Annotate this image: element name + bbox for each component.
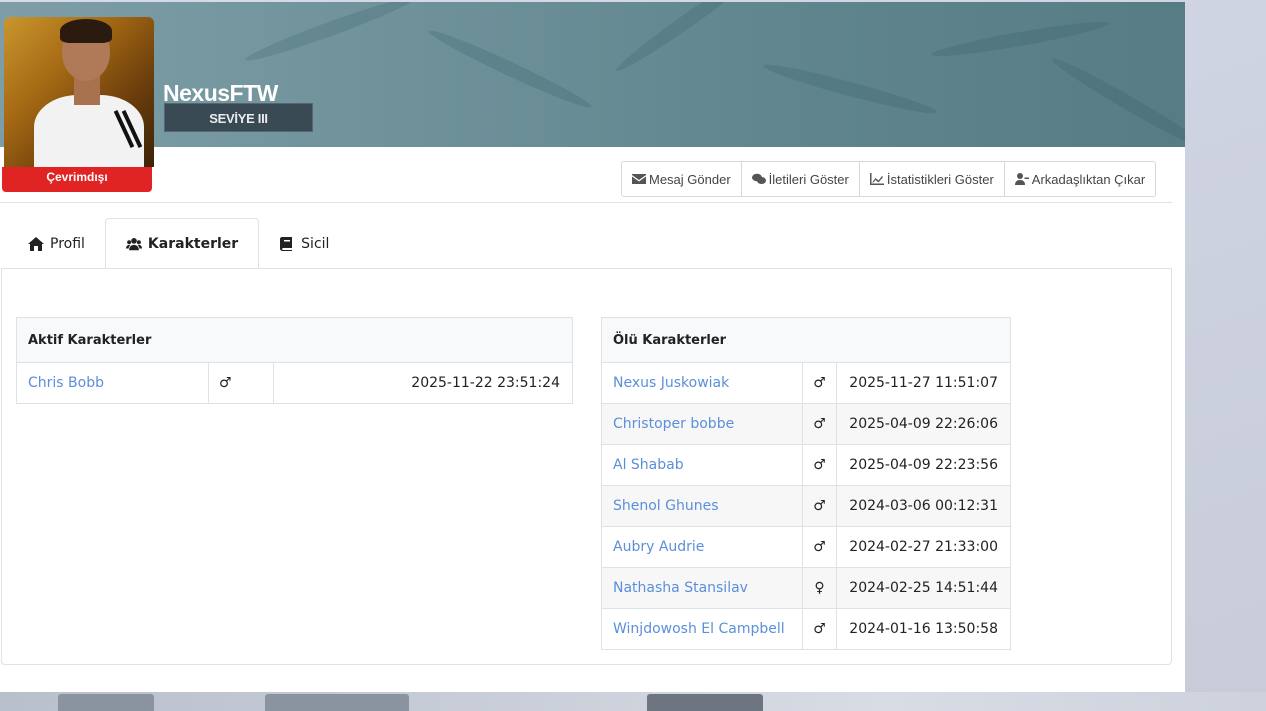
tab-sicil[interactable]: Sicil (259, 218, 349, 269)
character-date: 2024-03-06 00:12:31 (836, 485, 1011, 527)
show-stats-button[interactable]: İstatistikleri Göster (860, 162, 1005, 196)
character-link[interactable]: Shenol Ghunes (601, 485, 803, 527)
tab-profil[interactable]: Profil (0, 218, 105, 269)
tab-karakterler[interactable]: Karakterler (104, 218, 260, 269)
table-row: Winjdowosh El Campbell ♂ 2024-01-16 13:5… (602, 608, 1011, 650)
gender-icon: ♂ (802, 444, 837, 486)
active-characters-title: Aktif Karakterler (16, 317, 573, 363)
send-message-button[interactable]: Mesaj Gönder (622, 162, 742, 196)
comments-icon (751, 173, 766, 184)
character-link[interactable]: Al Shabab (601, 444, 803, 486)
background-shape (647, 694, 763, 711)
gender-icon: ♀ (802, 567, 837, 609)
gender-icon: ♂ (802, 362, 837, 404)
header-divider (0, 202, 1172, 203)
character-date: 2024-01-16 13:50:58 (849, 621, 998, 637)
chart-icon (869, 173, 884, 185)
profile-card: Çevrimdışı NexusFTW SEVİYE III Mesaj Gön… (0, 2, 1185, 692)
table-row: Chris Bobb ♂ 2025-11-22 23:51:24 (17, 362, 573, 404)
character-link[interactable]: Aubry Audrie (601, 526, 803, 568)
profile-tabs: Profil Karakterler Sicil (0, 218, 349, 269)
level-badge: SEVİYE III (164, 103, 313, 132)
character-link[interactable]: Christoper bobbe (601, 403, 803, 445)
gender-icon: ♂ (208, 362, 274, 404)
gender-icon: ♂ (802, 403, 837, 445)
character-date: 2025-04-09 22:23:56 (836, 444, 1011, 486)
book-icon (280, 236, 293, 251)
character-date: 2024-02-25 14:51:44 (836, 567, 1011, 609)
status-badge: Çevrimdışı (2, 167, 152, 192)
character-date: 2025-04-09 22:26:06 (836, 403, 1011, 445)
gender-icon: ♂ (802, 485, 837, 527)
gender-icon: ♂ (802, 526, 837, 568)
profile-actions: Mesaj Gönder İletileri Göster İstatistik… (621, 161, 1157, 197)
unfriend-button[interactable]: Arkadaşlıktan Çıkar (1005, 162, 1155, 196)
dead-characters-title: Ölü Karakterler (601, 317, 1011, 363)
active-characters-table: Aktif Karakterler Chris Bobb ♂ 2025-11-2… (16, 317, 573, 404)
table-row: Christoper bobbe ♂ 2025-04-09 22:26:06 (601, 403, 1011, 445)
table-row: Aubry Audrie ♂ 2024-02-27 21:33:00 (601, 526, 1011, 568)
envelope-icon (632, 174, 646, 184)
background-shape (265, 694, 409, 711)
background-shape (58, 694, 154, 711)
background-strip (0, 692, 1266, 711)
character-link[interactable]: Nathasha Stansilav (601, 567, 803, 609)
table-row: Shenol Ghunes ♂ 2024-03-06 00:12:31 (601, 485, 1011, 527)
table-row: Nexus Juskowiak ♂ 2025-11-27 11:51:07 (601, 362, 1011, 404)
character-date: 2025-11-22 23:51:24 (411, 375, 560, 391)
table-row: Al Shabab ♂ 2025-04-09 22:23:56 (601, 444, 1011, 486)
dead-characters-table: Ölü Karakterler Nexus Juskowiak ♂ 2025-1… (601, 317, 1011, 650)
character-link[interactable]: Winjdowosh El Campbell (602, 609, 803, 650)
character-date: 2024-02-27 21:33:00 (836, 526, 1011, 568)
avatar[interactable] (4, 17, 154, 167)
user-minus-icon (1014, 173, 1029, 185)
character-link[interactable]: Nexus Juskowiak (601, 362, 803, 404)
table-row: Nathasha Stansilav ♀ 2024-02-25 14:51:44 (601, 567, 1011, 609)
users-icon (125, 237, 142, 250)
gender-icon: ♂ (802, 608, 837, 650)
character-date: 2025-11-27 11:51:07 (836, 362, 1011, 404)
show-posts-button[interactable]: İletileri Göster (742, 162, 860, 196)
character-link[interactable]: Chris Bobb (17, 363, 209, 404)
home-icon (28, 236, 44, 251)
